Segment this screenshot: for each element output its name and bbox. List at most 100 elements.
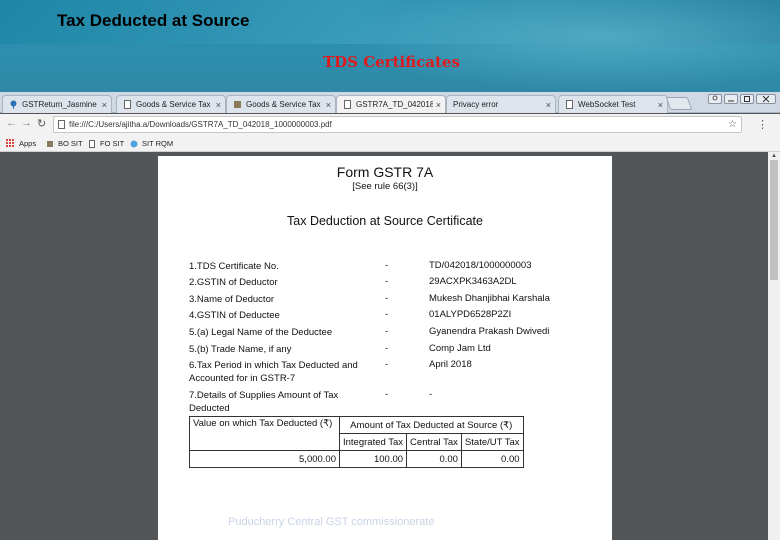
field-label: 7.Details of Supplies Amount of Tax Dedu… <box>189 390 339 414</box>
menu-icon[interactable]: ⋮ <box>757 118 768 131</box>
bookmark-label: BO SIT <box>58 139 83 148</box>
field-value: 29ACXPK3463A2DL <box>429 276 517 287</box>
field-value: Comp Jam Ltd <box>429 343 491 354</box>
field-dash: - <box>385 276 389 287</box>
slide-header: Tax Deducted at Source TDS Certificates <box>0 0 780 92</box>
minimize-icon[interactable] <box>724 94 738 104</box>
field-value: 01ALYPD6528P2ZI <box>429 309 512 320</box>
emblem-icon <box>233 100 242 109</box>
close-window-icon[interactable] <box>756 94 776 104</box>
header-glow <box>340 0 780 92</box>
back-icon[interactable]: ← <box>6 117 17 129</box>
field-dash: - <box>385 359 389 370</box>
tab-gstr7a-pdf[interactable]: GSTR7A_TD_042018_100 × <box>336 95 446 113</box>
field-label: 6.Tax Period in which Tax Deducted and A… <box>189 360 358 384</box>
field-label: 5.(b) Trade Name, if any <box>189 344 292 355</box>
close-icon[interactable]: × <box>546 100 551 110</box>
close-icon[interactable]: × <box>436 100 441 110</box>
close-icon[interactable]: × <box>216 100 221 110</box>
document-title: Form GSTR 7A <box>336 164 434 180</box>
document-heading: Tax Deduction at Source Certificate <box>287 214 483 228</box>
field-label: 3.Name of Deductor <box>189 294 275 305</box>
bookmarks-bar: Apps BO SIT FO SIT SIT RQM <box>0 135 780 152</box>
scrollbar-thumb[interactable] <box>770 160 778 280</box>
pdf-page: Form GSTR 7A [See rule 66(3)] Tax Deduct… <box>158 156 612 540</box>
tab-privacy-error[interactable]: Privacy error × <box>446 95 556 113</box>
bookmark-label: Apps <box>19 139 37 148</box>
tab-label: GSTReturn_Jasmine - Ag <box>22 100 99 109</box>
tab-goods-service-1[interactable]: Goods & Service Tax |GS × <box>116 95 226 113</box>
field-value: - <box>429 389 433 400</box>
table-row: 5,000.00 100.00 0.00 0.00 <box>189 450 524 468</box>
address-text: file:///C:/Users/ajitha.a/Downloads/GSTR… <box>69 120 332 129</box>
close-icon[interactable]: × <box>658 100 663 110</box>
apps-icon <box>6 139 15 148</box>
footer-watermark: Puducherry Central GST commissionerate <box>228 516 435 528</box>
star-icon[interactable]: ☆ <box>728 119 737 130</box>
tax-table: Value on which Tax Deducted (₹) Amount o… <box>189 416 524 468</box>
bookmark-label: FO SIT <box>100 139 125 148</box>
field-dash: - <box>385 343 389 354</box>
bookmark-fo-sit[interactable]: FO SIT <box>88 139 124 148</box>
bookmark-apps[interactable]: Apps <box>6 139 36 148</box>
page-icon <box>123 100 132 109</box>
field-dash: - <box>385 326 389 337</box>
field-dash: - <box>385 260 389 271</box>
col-group-header: Amount of Tax Deducted at Source (₹) <box>339 416 524 434</box>
close-icon[interactable]: × <box>102 100 107 110</box>
field-label: 5.(a) Legal Name of the Deductee <box>189 327 333 338</box>
field-label: 1.TDS Certificate No. <box>189 261 279 272</box>
restore-icon[interactable] <box>740 94 754 104</box>
table-header-row: Value on which Tax Deducted (₹) Amount o… <box>189 416 524 451</box>
field-label: 2.GSTIN of Deductor <box>189 277 278 288</box>
tab-websocket-test[interactable]: WebSocket Test × <box>558 95 668 113</box>
field-dash: - <box>385 293 389 304</box>
forward-icon[interactable]: → <box>21 117 32 129</box>
tab-label: GSTR7A_TD_042018_100 <box>356 100 433 109</box>
new-tab-button[interactable] <box>665 97 693 110</box>
user-icon[interactable] <box>708 94 722 104</box>
field-value: Mukesh Dhanjibhai Karshala <box>429 293 550 304</box>
bookmark-sit-rqm[interactable]: SIT RQM <box>130 139 173 148</box>
field-label: 4.GSTIN of Deductee <box>189 310 280 321</box>
file-icon <box>58 120 65 129</box>
col-value-header: Value on which Tax Deducted (₹) <box>189 416 340 451</box>
bookmark-label: SIT RQM <box>142 139 174 148</box>
col-integrated-header: Integrated Tax <box>338 433 408 451</box>
scroll-up-icon[interactable]: ▲ <box>771 153 777 159</box>
slide-subtitle: TDS Certificates <box>323 53 460 71</box>
browser-toolbar: ← → ↻ file:///C:/Users/ajitha.a/Download… <box>0 114 780 135</box>
page-icon <box>565 100 574 109</box>
page-icon <box>343 100 352 109</box>
field-dash: - <box>385 389 389 400</box>
address-bar[interactable]: file:///C:/Users/ajitha.a/Downloads/GSTR… <box>53 116 742 133</box>
cell-integrated: 100.00 <box>338 450 408 468</box>
globe-icon <box>130 140 138 148</box>
emblem-icon <box>46 140 54 148</box>
page-icon <box>88 139 96 148</box>
tab-gstreturn[interactable]: GSTReturn_Jasmine - Ag × <box>2 95 112 113</box>
document-rule: [See rule 66(3)] <box>352 181 418 192</box>
reload-icon[interactable]: ↻ <box>37 117 46 130</box>
tab-strip: GSTReturn_Jasmine - Ag × Goods & Service… <box>0 92 780 113</box>
cell-value: 5,000.00 <box>189 450 340 468</box>
cell-state: 0.00 <box>460 450 524 468</box>
pdf-viewer: Form GSTR 7A [See rule 66(3)] Tax Deduct… <box>0 152 780 540</box>
tab-goods-service-2[interactable]: Goods & Service Tax |GS × <box>226 95 336 113</box>
close-icon[interactable]: × <box>326 100 331 110</box>
bookmark-bo-sit[interactable]: BO SIT <box>46 139 83 148</box>
tab-label: WebSocket Test <box>578 100 636 109</box>
cell-central: 0.00 <box>406 450 462 468</box>
pin-icon <box>9 100 18 109</box>
vertical-scrollbar[interactable]: ▲ <box>768 152 780 540</box>
tab-label: Privacy error <box>453 100 499 109</box>
tab-label: Goods & Service Tax |GS <box>136 100 213 109</box>
col-central-header: Central Tax <box>406 433 462 451</box>
slide-title: Tax Deducted at Source <box>57 11 250 30</box>
field-value: TD/042018/1000000003 <box>429 260 532 271</box>
field-value: April 2018 <box>429 359 472 370</box>
field-dash: - <box>385 309 389 320</box>
browser-window: GSTReturn_Jasmine - Ag × Goods & Service… <box>0 92 780 540</box>
col-state-header: State/UT Tax <box>460 433 524 451</box>
field-value: Gyanendra Prakash Dwivedi <box>429 326 550 337</box>
